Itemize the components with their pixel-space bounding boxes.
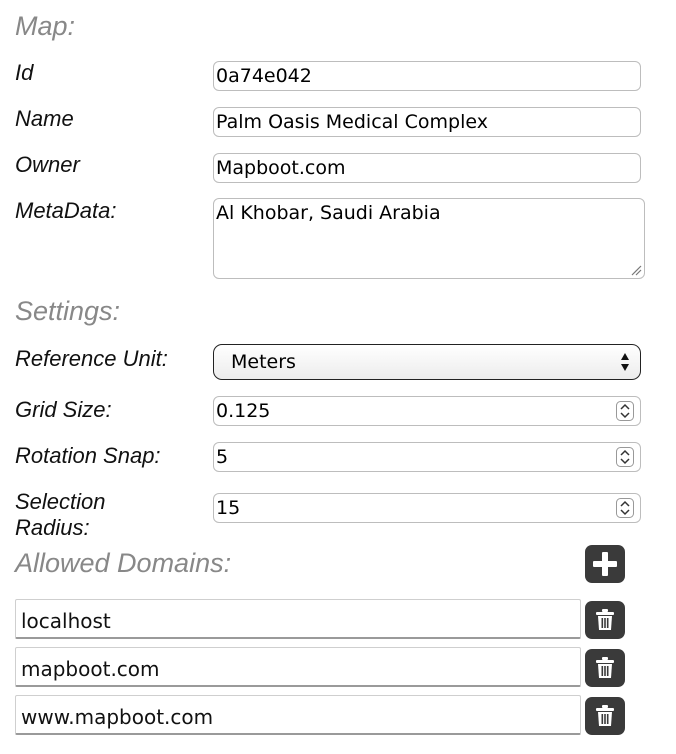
reference-unit-value: Meters xyxy=(231,351,296,373)
reference-unit-label: Reference Unit: xyxy=(15,346,168,371)
add-domain-button[interactable] xyxy=(585,545,625,583)
domain-field[interactable]: localhost xyxy=(15,599,581,639)
rotation-snap-field[interactable]: 5 xyxy=(213,442,641,472)
allowed-domains-title: Allowed Domains: xyxy=(15,548,232,578)
id-label: Id xyxy=(15,60,34,85)
metadata-text: Al Khobar, Saudi Arabia xyxy=(216,202,441,224)
metadata-label: MetaData: xyxy=(15,198,117,223)
selection-radius-field[interactable]: 15 xyxy=(213,493,641,523)
rotation-snap-label: Rotation Snap: xyxy=(15,443,161,468)
id-field[interactable]: 0a74e042 xyxy=(213,61,641,91)
trash-icon xyxy=(596,657,614,678)
resize-grip-icon[interactable] xyxy=(630,264,642,276)
name-label: Name xyxy=(15,106,74,131)
stepper-icon[interactable] xyxy=(616,447,634,467)
plus-icon xyxy=(593,552,617,576)
name-field[interactable]: Palm Oasis Medical Complex xyxy=(213,107,641,137)
stepper-icon[interactable] xyxy=(616,498,634,518)
delete-domain-button[interactable] xyxy=(585,697,625,735)
settings-section-title: Settings: xyxy=(15,296,121,326)
owner-label: Owner xyxy=(15,152,80,177)
owner-field[interactable]: Mapboot.com xyxy=(213,153,641,183)
reference-unit-select[interactable]: Meters xyxy=(213,344,641,380)
metadata-textarea[interactable]: Al Khobar, Saudi Arabia xyxy=(213,198,645,279)
grid-size-label: Grid Size: xyxy=(15,397,112,422)
rotation-snap-value: 5 xyxy=(216,446,229,468)
map-section-title: Map: xyxy=(15,11,76,41)
domain-field[interactable]: www.mapboot.com xyxy=(15,695,581,735)
delete-domain-button[interactable] xyxy=(585,649,625,687)
selection-radius-value: 15 xyxy=(216,497,241,519)
trash-icon xyxy=(596,609,614,630)
trash-icon xyxy=(596,705,614,726)
delete-domain-button[interactable] xyxy=(585,601,625,639)
grid-size-field[interactable]: 0.125 xyxy=(213,396,641,426)
stepper-icon[interactable] xyxy=(616,401,634,421)
selection-radius-label: Selection Radius: xyxy=(15,489,106,540)
grid-size-value: 0.125 xyxy=(216,400,271,422)
domain-field[interactable]: mapboot.com xyxy=(15,647,581,687)
select-arrows-icon xyxy=(621,353,629,371)
